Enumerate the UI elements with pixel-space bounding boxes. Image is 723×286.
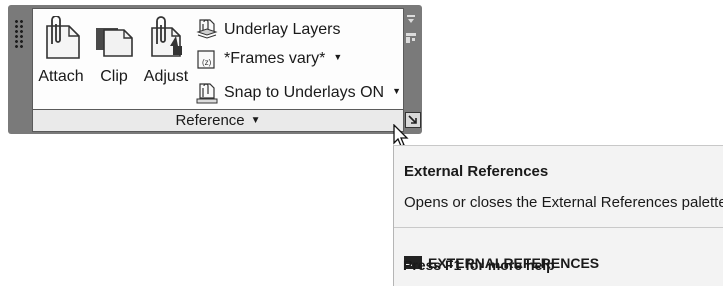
frames-dropdown[interactable]: (z) *Frames vary* ▼ bbox=[196, 46, 396, 72]
underlay-layers-label: Underlay Layers bbox=[224, 21, 341, 38]
underlay-layers-icon bbox=[196, 19, 218, 39]
tooltip-title: External References bbox=[404, 163, 549, 180]
chevron-down-icon: ▼ bbox=[333, 52, 343, 62]
frames-icon: (z) bbox=[197, 50, 215, 69]
svg-text:(z): (z) bbox=[202, 58, 212, 67]
adjust-icon bbox=[151, 16, 182, 57]
panel-title: Reference bbox=[175, 112, 245, 129]
attach-icon bbox=[46, 16, 80, 59]
grip-dots-icon bbox=[14, 19, 24, 49]
tooltip-divider bbox=[394, 227, 723, 228]
minimize-panel-icon[interactable] bbox=[407, 15, 415, 25]
panel-settings-icon[interactable] bbox=[406, 33, 416, 43]
snap-to-underlays-value: Snap to Underlays ON bbox=[224, 84, 385, 101]
tooltip-help-text: Press F1 for more help bbox=[403, 257, 555, 273]
frames-value: *Frames vary* bbox=[224, 50, 326, 67]
clip-icon bbox=[96, 28, 133, 57]
attach-button[interactable]: Attach bbox=[35, 9, 87, 109]
panel-content: Attach Clip Adjust Underlay Layers (z) *… bbox=[32, 8, 404, 110]
adjust-button[interactable]: Adjust bbox=[139, 9, 193, 109]
snap-to-underlays-dropdown[interactable]: Snap to Underlays ON ▼ bbox=[196, 80, 401, 106]
reference-ribbon-panel: Attach Clip Adjust Underlay Layers (z) *… bbox=[8, 5, 422, 134]
adjust-label: Adjust bbox=[143, 68, 189, 85]
panel-title-bar[interactable]: Reference ▼ bbox=[32, 110, 421, 132]
clip-label: Clip bbox=[100, 68, 128, 85]
tooltip-description: Opens or closes the External References … bbox=[404, 194, 723, 211]
panel-grip-handle[interactable] bbox=[8, 5, 32, 132]
chevron-down-icon: ▼ bbox=[250, 115, 261, 126]
underlay-layers-button[interactable]: Underlay Layers bbox=[196, 17, 396, 43]
clip-button[interactable]: Clip bbox=[91, 9, 137, 109]
attach-label: Attach bbox=[38, 68, 84, 85]
chevron-down-icon: ▼ bbox=[392, 86, 401, 96]
panel-side-controls bbox=[402, 5, 422, 105]
snap-underlay-icon bbox=[196, 83, 218, 104]
